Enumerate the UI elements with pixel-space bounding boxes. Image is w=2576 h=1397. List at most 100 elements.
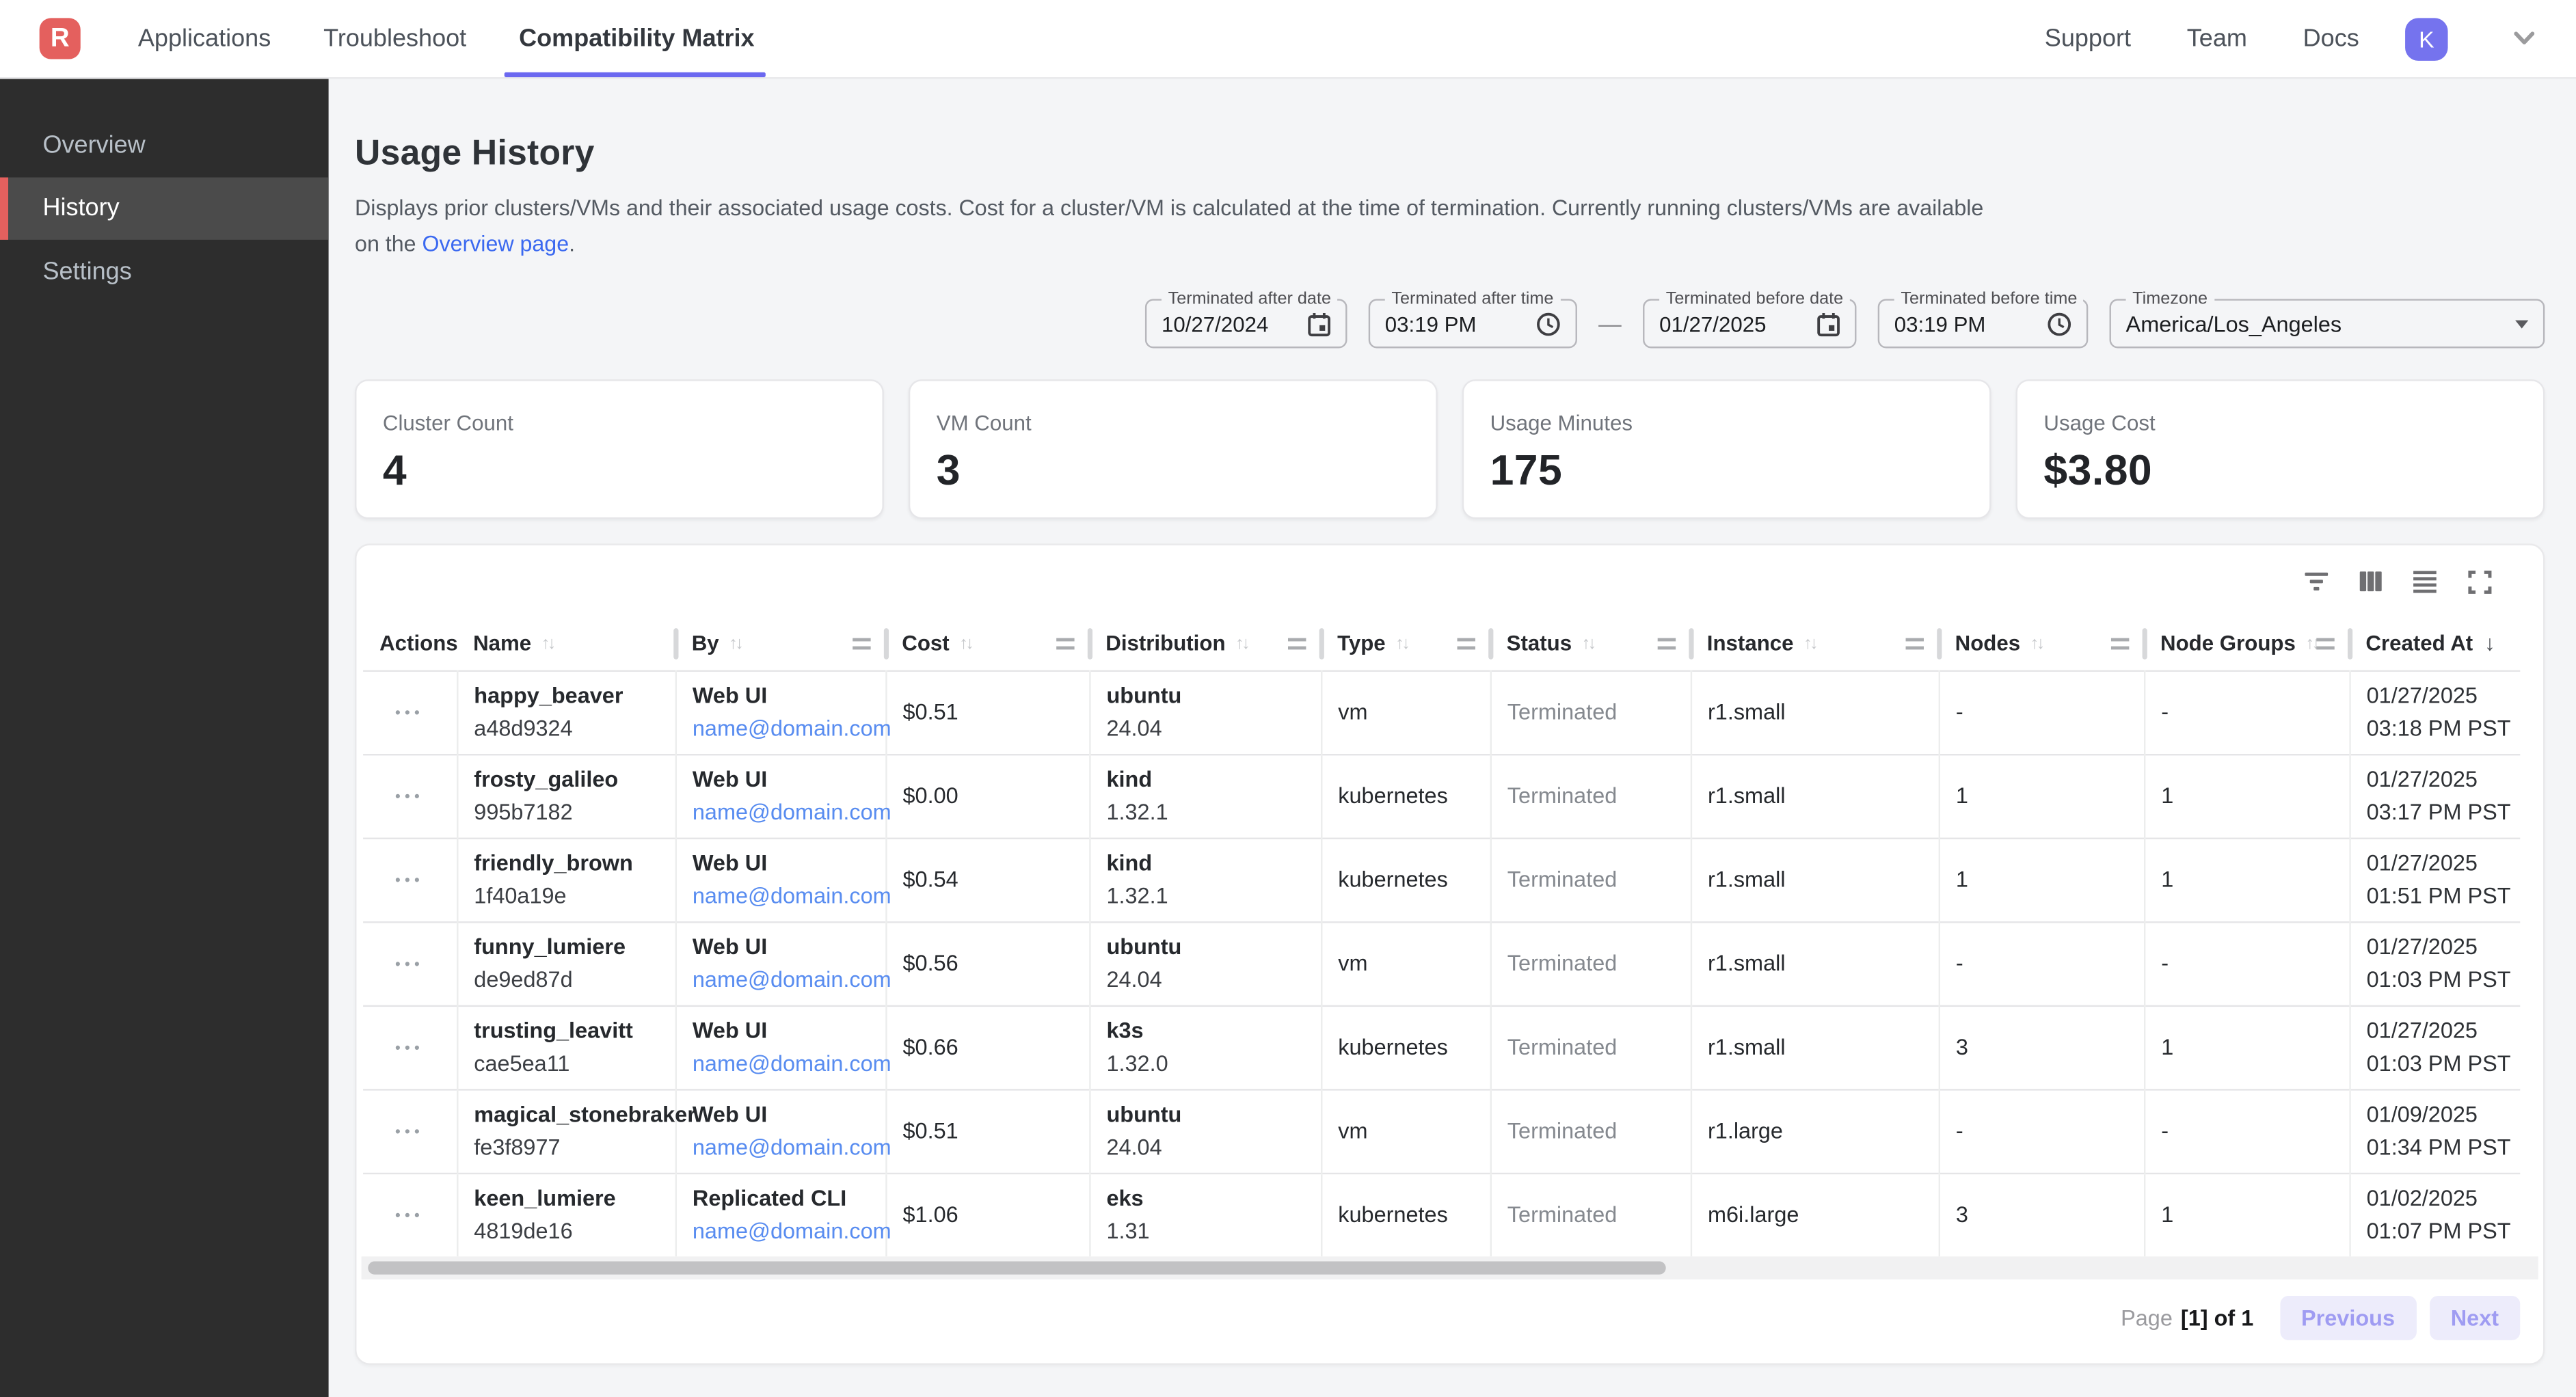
clock-icon[interactable]	[1536, 311, 1561, 336]
cost-cell: $0.66	[885, 1005, 1089, 1089]
top-nav: R Applications Troubleshoot Compatibilit…	[0, 0, 2576, 79]
row-actions-button[interactable]: •••	[395, 1116, 424, 1149]
usage-history-table-card: Actions Name↑↓ By↑↓ Cost↑↓ Distribution↑…	[355, 543, 2545, 1365]
page-description: Displays prior clusters/VMs and their as…	[355, 191, 2006, 263]
distribution-name: ubuntu	[1106, 1098, 1310, 1130]
distribution-name: kind	[1106, 763, 1310, 796]
instance-cell: r1.small	[1691, 921, 1939, 1005]
column-menu-icon[interactable]	[1658, 638, 1676, 649]
caret-down-icon	[2515, 319, 2528, 327]
column-header-created-at[interactable]: Created At↓	[2349, 618, 2520, 670]
cost-cell: $1.06	[885, 1173, 1089, 1257]
cluster-name: frosty_galileo	[474, 763, 665, 796]
column-header-cost[interactable]: Cost↑↓	[885, 618, 1089, 670]
nav-item-applications[interactable]: Applications	[138, 0, 271, 77]
nav-item-compatibility-matrix[interactable]: Compatibility Matrix	[519, 0, 755, 77]
column-header-type[interactable]: Type↑↓	[1321, 618, 1490, 670]
description-period: .	[569, 232, 575, 256]
column-header-status[interactable]: Status↑↓	[1490, 618, 1691, 670]
creator-email-link[interactable]: name@domain.com	[693, 716, 891, 740]
terminated-before-date-input[interactable]: Terminated before date 01/27/2025	[1643, 299, 1856, 348]
terminated-after-date-input[interactable]: Terminated after date 10/27/2024	[1145, 299, 1347, 348]
column-header-instance[interactable]: Instance↑↓	[1691, 618, 1939, 670]
cluster-name: magical_stonebraker	[474, 1098, 665, 1130]
overview-page-link[interactable]: Overview page	[422, 232, 569, 256]
fullscreen-icon[interactable]	[2465, 567, 2494, 596]
cost-cell: $0.56	[885, 921, 1089, 1005]
sidebar: Overview History Settings	[0, 79, 329, 1397]
type-cell: vm	[1321, 921, 1490, 1005]
cluster-id: a48d9324	[474, 712, 665, 745]
horizontal-scrollbar-track	[362, 1256, 2538, 1279]
creator-email-link[interactable]: name@domain.com	[693, 799, 891, 824]
column-header-distribution[interactable]: Distribution↑↓	[1089, 618, 1321, 670]
vm-count-card: VM Count 3	[909, 379, 1438, 519]
horizontal-scrollbar-thumb[interactable]	[368, 1262, 1665, 1275]
distribution-name: eks	[1106, 1182, 1310, 1215]
column-menu-icon[interactable]	[1458, 638, 1475, 649]
column-label: Status	[1507, 631, 1572, 655]
type-cell: kubernetes	[1321, 838, 1490, 922]
terminated-before-time-input[interactable]: Terminated before time 03:19 PM	[1878, 299, 2089, 348]
density-icon[interactable]	[2410, 567, 2439, 596]
distribution-name: ubuntu	[1106, 679, 1310, 712]
sidebar-item-settings[interactable]: Settings	[0, 240, 329, 303]
filter-icon[interactable]	[2302, 567, 2331, 596]
previous-page-button[interactable]: Previous	[2280, 1296, 2417, 1340]
sidebar-item-overview[interactable]: Overview	[0, 113, 329, 177]
row-actions-button[interactable]: •••	[395, 1032, 424, 1065]
calendar-icon[interactable]	[1308, 311, 1331, 336]
creator-email-link[interactable]: name@domain.com	[693, 966, 891, 991]
table-toolbar	[356, 545, 2543, 618]
sidebar-item-history[interactable]: History	[0, 176, 329, 240]
row-actions-button[interactable]: •••	[395, 781, 424, 814]
column-menu-icon[interactable]	[1906, 638, 1924, 649]
terminated-after-time-input[interactable]: Terminated after time 03:19 PM	[1369, 299, 1577, 348]
column-header-nodes[interactable]: Nodes↑↓	[1939, 618, 2144, 670]
terminated-before-time-value: 03:19 PM	[1894, 311, 1986, 336]
row-actions-button[interactable]: •••	[395, 1200, 424, 1233]
creator-email-link[interactable]: name@domain.com	[693, 1218, 891, 1243]
cluster-id: fe3f8977	[474, 1131, 665, 1164]
nodes-cell: 1	[1939, 754, 2144, 838]
column-menu-icon[interactable]	[853, 638, 870, 649]
primary-nav: Applications Troubleshoot Compatibility …	[138, 0, 755, 77]
creator-email-link[interactable]: name@domain.com	[693, 883, 891, 908]
creator-email-link[interactable]: name@domain.com	[693, 1050, 891, 1075]
table-footer: Page [1] of 1 Previous Next	[356, 1279, 2543, 1340]
cluster-count-card: Cluster Count 4	[355, 379, 884, 519]
page-title: Usage History	[355, 133, 2545, 174]
cluster-name: friendly_brown	[474, 847, 665, 880]
clock-icon[interactable]	[2047, 311, 2071, 336]
row-actions-button[interactable]: •••	[395, 865, 424, 897]
account-menu-chevron[interactable]	[2514, 31, 2535, 46]
column-menu-icon[interactable]	[2316, 638, 2334, 649]
calendar-icon[interactable]	[1817, 311, 1840, 336]
column-menu-icon[interactable]	[2111, 638, 2129, 649]
row-actions-button[interactable]: •••	[395, 949, 424, 981]
replicated-logo[interactable]: R	[40, 18, 81, 59]
columns-icon[interactable]	[2356, 567, 2385, 596]
status-cell: Terminated	[1490, 838, 1691, 922]
distribution-version: 24.04	[1106, 1131, 1310, 1164]
nav-item-team[interactable]: Team	[2187, 25, 2247, 53]
column-label: Actions	[379, 631, 458, 655]
nav-item-docs[interactable]: Docs	[2303, 25, 2359, 53]
table-row: ••• happy_beavera48d9324 Web UIname@doma…	[363, 670, 2520, 754]
row-actions-button[interactable]: •••	[395, 697, 424, 730]
creator-email-link[interactable]: name@domain.com	[693, 1134, 891, 1158]
nav-item-troubleshoot[interactable]: Troubleshoot	[323, 0, 466, 77]
column-menu-icon[interactable]	[1056, 638, 1074, 649]
created-date: 01/27/2025	[2367, 679, 2510, 712]
nav-item-support[interactable]: Support	[2045, 25, 2131, 53]
column-header-by[interactable]: By↑↓	[675, 618, 886, 670]
timezone-select[interactable]: Timezone America/Los_Angeles	[2110, 299, 2545, 348]
column-header-name[interactable]: Name↑↓	[457, 618, 675, 670]
type-cell: kubernetes	[1321, 1005, 1490, 1089]
column-menu-icon[interactable]	[1288, 638, 1306, 649]
terminated-before-time-label: Terminated before time	[1894, 289, 2084, 310]
column-header-node-groups[interactable]: Node Groups↑↓	[2144, 618, 2349, 670]
page-indicator: [1] of 1	[2181, 1305, 2253, 1330]
next-page-button[interactable]: Next	[2429, 1296, 2520, 1340]
user-avatar[interactable]: K	[2405, 17, 2447, 59]
